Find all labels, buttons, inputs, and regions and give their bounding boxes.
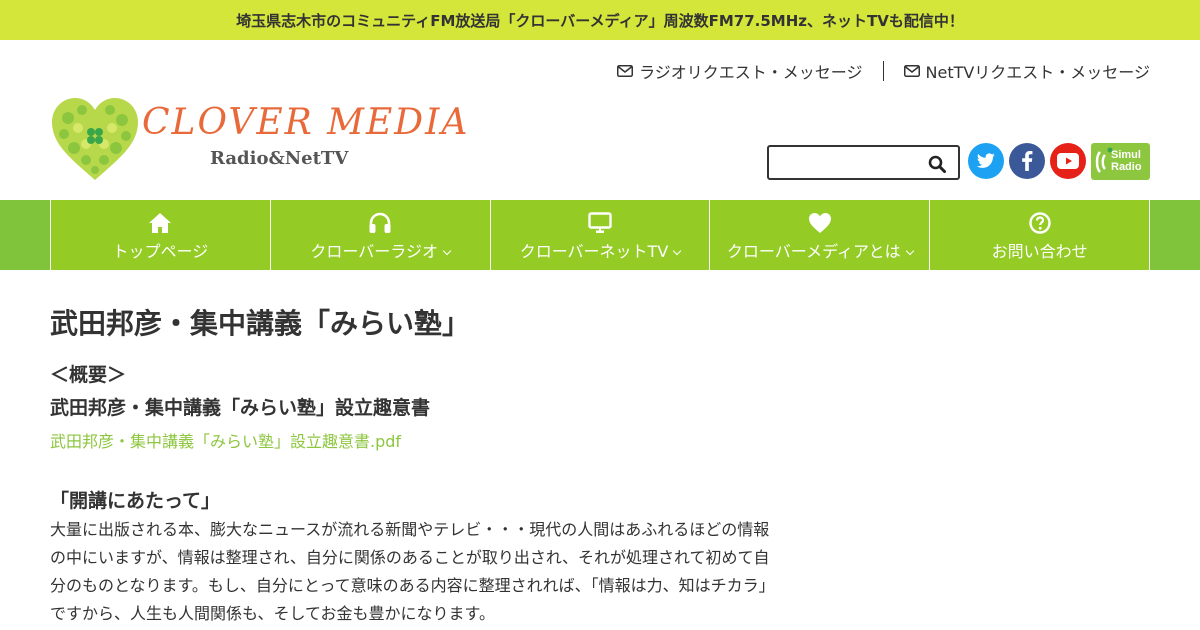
logo-subtitle: Radio&NetTV bbox=[210, 148, 349, 169]
overview-heading: ＜概要＞ bbox=[50, 364, 127, 386]
heart-icon bbox=[808, 213, 831, 233]
search-box bbox=[767, 145, 960, 180]
nav-label: トップページ bbox=[112, 242, 209, 261]
page-title: 武田邦彦・集中講義「みらい塾」 bbox=[50, 307, 471, 340]
facebook-button[interactable] bbox=[1009, 143, 1045, 179]
chevron-down-icon bbox=[673, 246, 682, 256]
headphones-icon bbox=[369, 212, 391, 233]
opening-heading: 「開講にあたって」 bbox=[50, 490, 221, 512]
home-icon bbox=[149, 213, 172, 233]
nav-label: クローバーメディアとは bbox=[710, 238, 929, 262]
nav-item-clover-radio[interactable]: クローバーラジオ bbox=[269, 200, 490, 270]
simulradio-button[interactable]: Simul Radio bbox=[1091, 143, 1150, 180]
nav-item-contact[interactable]: お問い合わせ bbox=[929, 200, 1150, 270]
opening-paragraph: 大量に出版される本、膨大なニュースが流れる新聞やテレビ・・・現代の人間はあふれる… bbox=[50, 520, 775, 623]
youtube-icon bbox=[1057, 153, 1079, 169]
nav-label: クローバーラジオ bbox=[271, 238, 490, 262]
nettv-request-label: NetTVリクエスト・メッセージ bbox=[925, 63, 1151, 82]
nav-item-clover-nettv[interactable]: クローバーネットTV bbox=[489, 200, 710, 270]
link-separator bbox=[882, 61, 884, 81]
question-circle-icon bbox=[1028, 212, 1051, 234]
envelope-icon bbox=[617, 65, 634, 77]
twitter-button[interactable] bbox=[968, 143, 1004, 179]
prospectus-heading: 武田邦彦・集中講義「みらい塾」設立趣意書 bbox=[50, 397, 431, 419]
monitor-icon bbox=[588, 212, 612, 233]
clover-heart-logo-icon bbox=[52, 98, 138, 180]
simulradio-label: Simul Radio bbox=[1111, 149, 1142, 173]
nav-item-top-page[interactable]: トップページ bbox=[50, 200, 270, 270]
search-input[interactable] bbox=[775, 151, 925, 175]
chevron-down-icon bbox=[442, 246, 452, 256]
request-links: ラジオリクエスト・メッセージ NetTVリクエスト・メッセージ bbox=[617, 60, 1150, 82]
chevron-down-icon bbox=[905, 246, 914, 256]
site-header: CLOVER MEDIA Radio&NetTV ラジオリクエスト・メッセージ … bbox=[0, 40, 1200, 200]
prospectus-pdf-link[interactable]: 武田邦彦・集中講義「みらい塾」設立趣意書.pdf bbox=[50, 428, 401, 452]
radio-request-label: ラジオリクエスト・メッセージ bbox=[639, 63, 863, 82]
nettv-request-link[interactable]: NetTVリクエスト・メッセージ bbox=[903, 59, 1151, 83]
main-nav: トップページ クローバーラジオ クローバーネットTV クローバーメディアとは お… bbox=[0, 200, 1200, 270]
search-icon[interactable] bbox=[928, 155, 946, 173]
site-logo[interactable]: CLOVER MEDIA Radio&NetTV bbox=[50, 96, 467, 182]
radio-request-link[interactable]: ラジオリクエスト・メッセージ bbox=[617, 59, 863, 83]
announcement-bar: 埼玉県志木市のコミュニティFM放送局「クローバーメディア」周波数FM77.5MH… bbox=[0, 0, 1200, 40]
nav-label: クローバーネットTV bbox=[491, 238, 710, 262]
nav-items: トップページ クローバーラジオ クローバーネットTV クローバーメディアとは お… bbox=[50, 200, 1150, 270]
logo-title: CLOVER MEDIA bbox=[142, 102, 470, 143]
announcement-text: 埼玉県志木市のコミュニティFM放送局「クローバーメディア」周波数FM77.5MH… bbox=[236, 11, 964, 30]
nav-item-about-clover-media[interactable]: クローバーメディアとは bbox=[709, 200, 929, 270]
youtube-button[interactable] bbox=[1050, 143, 1086, 179]
twitter-icon bbox=[976, 153, 995, 168]
nav-label: お問い合わせ bbox=[991, 242, 1088, 261]
envelope-icon bbox=[903, 65, 920, 77]
facebook-icon bbox=[1022, 151, 1033, 171]
